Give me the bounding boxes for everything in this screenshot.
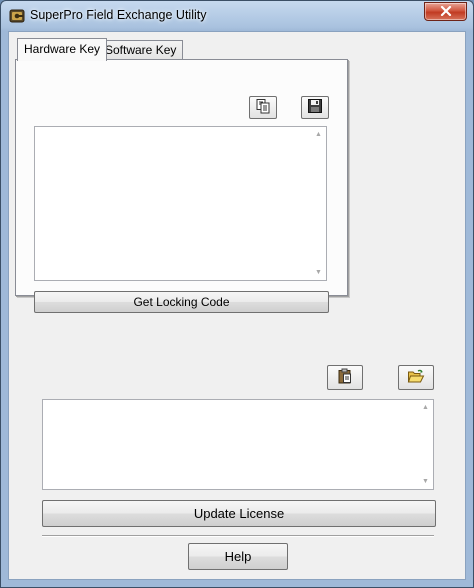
help-button[interactable]: Help: [188, 543, 288, 570]
window-title: SuperPro Field Exchange Utility: [30, 8, 207, 22]
hardware-key-panel: ▲ ▼ Get Locking Code: [15, 59, 348, 313]
scroll-up-icon[interactable]: ▲: [311, 127, 326, 142]
get-locking-code-label: Get Locking Code: [133, 295, 230, 309]
tab-software-key-label: Software Key: [105, 43, 177, 57]
help-label: Help: [224, 549, 252, 564]
app-window: SuperPro Field Exchange Utility Hardware…: [0, 0, 474, 588]
close-button[interactable]: [424, 2, 467, 21]
scroll-up-icon[interactable]: ▲: [418, 400, 433, 415]
copy-button[interactable]: [249, 96, 277, 119]
close-icon: [440, 5, 452, 19]
tab-software-key[interactable]: Software Key: [98, 40, 184, 60]
update-license-button[interactable]: Update License: [42, 500, 436, 527]
get-locking-code-button[interactable]: Get Locking Code: [34, 291, 329, 313]
scroll-down-icon[interactable]: ▼: [418, 474, 433, 489]
license-textarea[interactable]: ▲ ▼: [42, 399, 434, 490]
separator-line: [42, 535, 434, 537]
scroll-down-icon[interactable]: ▼: [311, 265, 326, 280]
copy-icon: [255, 98, 271, 117]
license-scrollbar[interactable]: ▲ ▼: [418, 400, 433, 489]
save-floppy-icon: [307, 98, 323, 117]
locking-code-scrollbar[interactable]: ▲ ▼: [311, 127, 326, 280]
open-button[interactable]: [398, 365, 434, 390]
update-license-label: Update License: [193, 506, 285, 521]
save-button[interactable]: [301, 96, 329, 119]
client-area: Hardware Key Software Key ▲ ▼ Get Lockin…: [8, 31, 466, 580]
tab-hardware-key[interactable]: Hardware Key: [17, 38, 108, 61]
paste-clipboard-icon: [337, 368, 353, 387]
tab-hardware-key-label: Hardware Key: [24, 42, 101, 56]
locking-code-textarea[interactable]: ▲ ▼: [34, 126, 327, 281]
app-key-icon: [9, 8, 25, 24]
paste-button[interactable]: [327, 365, 363, 390]
title-bar[interactable]: SuperPro Field Exchange Utility: [1, 1, 473, 31]
open-folder-icon: [407, 368, 425, 387]
